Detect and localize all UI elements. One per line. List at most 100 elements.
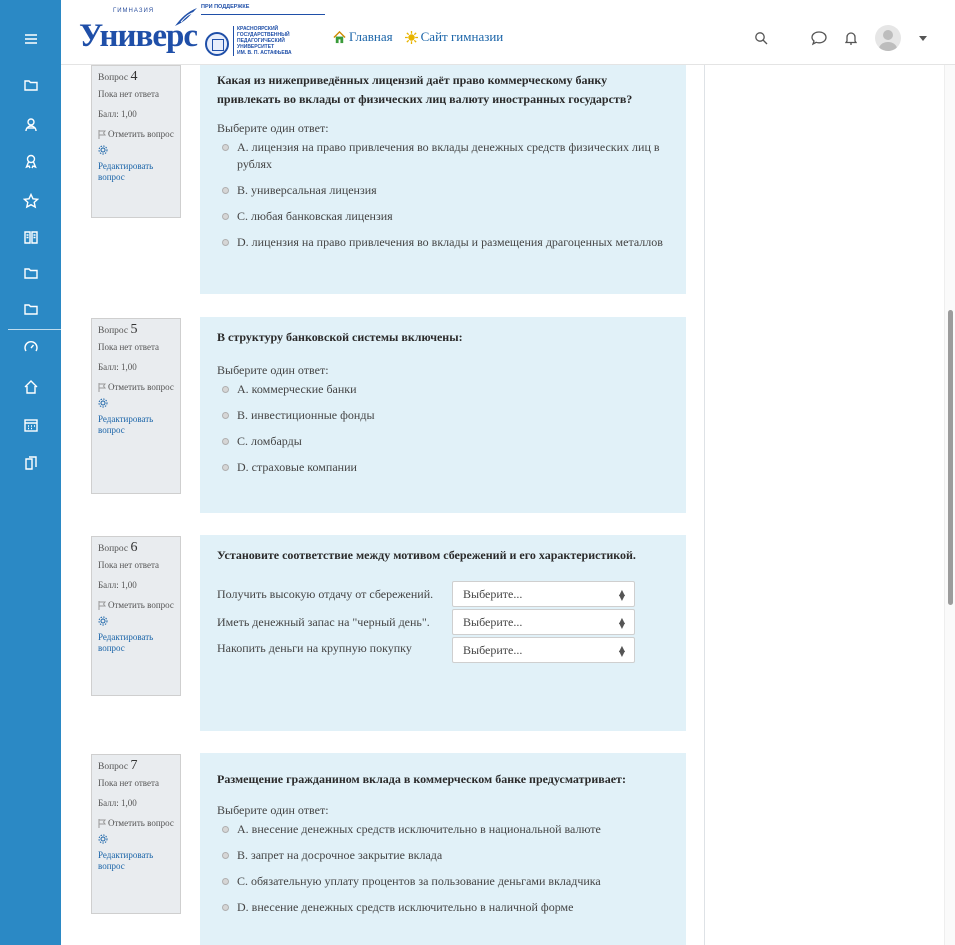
folder-icon[interactable]	[0, 294, 61, 324]
match-select[interactable]: Выберите... ▲ ▼	[452, 637, 635, 663]
flag-question-link[interactable]: Отметить вопрос	[98, 129, 174, 140]
answer-label: A. лицензия на право привлечения во вкла…	[237, 140, 660, 171]
sun-icon	[404, 30, 418, 44]
radio-button[interactable]	[222, 144, 229, 151]
flag-question-label: Отметить вопрос	[108, 600, 174, 610]
book-icon[interactable]	[0, 222, 61, 252]
search-icon[interactable]	[751, 31, 771, 45]
star-icon[interactable]	[0, 186, 61, 216]
question-info-6: Вопрос 6 Пока нет ответа Балл: 1,00 Отме…	[91, 536, 181, 696]
flag-question-link[interactable]: Отметить вопрос	[98, 600, 174, 611]
question-text: В структуру банковской системы включены:	[217, 330, 463, 344]
question-body-5: В структуру банковской системы включены:…	[200, 317, 686, 513]
scrollbar-thumb[interactable]	[948, 310, 953, 605]
badge-icon[interactable]	[0, 146, 61, 176]
gear-icon	[98, 398, 108, 408]
nav-drawer	[0, 0, 61, 945]
gymnasium-site-link[interactable]: Сайт гимназии	[404, 29, 504, 45]
question-text: Какая из нижеприведённых лицензий даёт п…	[217, 73, 633, 106]
calendar-icon[interactable]	[0, 410, 61, 440]
home-icon[interactable]	[0, 372, 61, 402]
match-select[interactable]: Выберите... ▲ ▼	[452, 581, 635, 607]
radio-button[interactable]	[222, 213, 229, 220]
answer-option-d[interactable]: D. внесение денежных средств исключитель…	[222, 899, 669, 916]
select-arrows-icon: ▲ ▼	[618, 644, 625, 658]
feather-icon	[175, 8, 197, 26]
match-row: Получить высокую отдачу от сбережений. В…	[217, 581, 669, 607]
bell-icon[interactable]	[843, 31, 859, 45]
match-label: Получить высокую отдачу от сбережений.	[217, 586, 434, 601]
answer-label: B. инвестиционные фонды	[237, 408, 375, 422]
flag-icon	[98, 601, 106, 610]
gear-icon	[98, 616, 108, 626]
question-body-7: Размещение гражданином вклада в коммерче…	[200, 753, 686, 945]
answer-option-c[interactable]: C. ломбарды	[222, 433, 669, 450]
select-value: Выберите...	[463, 642, 523, 657]
select-arrows-icon: ▲ ▼	[618, 616, 625, 630]
answer-option-b[interactable]: B. инвестиционные фонды	[222, 407, 669, 424]
chat-icon[interactable]	[809, 30, 829, 46]
question-state: Пока нет ответа	[98, 560, 160, 570]
question-info-7: Вопрос 7 Пока нет ответа Балл: 1,00 Отме…	[91, 754, 181, 914]
header-links: Главная Сайт гимназии	[333, 29, 503, 45]
logo-support-line	[201, 14, 325, 15]
radio-button[interactable]	[222, 187, 229, 194]
flag-question-link[interactable]: Отметить вопрос	[98, 818, 174, 829]
answer-option-d[interactable]: D. страховые компании	[222, 459, 669, 476]
answer-option-b[interactable]: B. запрет на досрочное закрытие вклада	[222, 847, 669, 864]
radio-button[interactable]	[222, 878, 229, 885]
radio-button[interactable]	[222, 464, 229, 471]
answer-option-a[interactable]: A. внесение денежных средств исключитель…	[222, 821, 669, 838]
avatar[interactable]	[875, 25, 901, 51]
question-info-5: Вопрос 5 Пока нет ответа Балл: 1,00 Отме…	[91, 318, 181, 494]
flag-question-link[interactable]: Отметить вопрос	[98, 382, 174, 393]
edit-question-link[interactable]: Редактировать вопрос	[98, 850, 174, 872]
folder-icon[interactable]	[0, 258, 61, 288]
radio-button[interactable]	[222, 239, 229, 246]
edit-question-link[interactable]: Редактировать вопрос	[98, 161, 174, 183]
answer-option-c[interactable]: C. любая банковская лицензия	[222, 208, 669, 225]
home-icon	[333, 30, 346, 43]
answer-label: C. обязательную уплату процентов за поль…	[237, 874, 601, 888]
gymnasium-site-label: Сайт гимназии	[420, 29, 504, 44]
edit-question-link[interactable]: Редактировать вопрос	[98, 632, 174, 654]
answer-option-c[interactable]: C. обязательную уплату процентов за поль…	[222, 873, 669, 890]
radio-button[interactable]	[222, 904, 229, 911]
answer-option-d[interactable]: D. лицензия на право привлечения во вкла…	[222, 234, 669, 251]
question-body-6: Установите соответствие между мотивом сб…	[200, 535, 686, 731]
folder-icon[interactable]	[0, 70, 61, 100]
university-seal-icon	[205, 32, 229, 56]
top-navbar: ГИМНАЗИЯ Универс ПРИ ПОДДЕРЖКЕ КРАСНОЯРС…	[61, 0, 955, 65]
match-select[interactable]: Выберите... ▲ ▼	[452, 609, 635, 635]
radio-button[interactable]	[222, 386, 229, 393]
answer-label: B. запрет на досрочное закрытие вклада	[237, 848, 443, 862]
gear-icon	[98, 145, 108, 155]
match-label: Накопить деньги на крупную покупку	[217, 641, 412, 655]
menu-icon[interactable]	[0, 24, 61, 54]
radio-button[interactable]	[222, 412, 229, 419]
files-icon[interactable]	[0, 448, 61, 478]
radio-button[interactable]	[222, 438, 229, 445]
home-link[interactable]: Главная	[333, 29, 393, 45]
answer-option-a[interactable]: A. коммерческие банки	[222, 381, 669, 398]
answer-option-a[interactable]: A. лицензия на право привлечения во вкла…	[222, 139, 669, 173]
question-body-4: Какая из нижеприведённых лицензий даёт п…	[200, 65, 686, 294]
question-state: Пока нет ответа	[98, 342, 160, 352]
logo-gymnasium-text: ГИМНАЗИЯ	[113, 8, 155, 14]
site-logo[interactable]: ГИМНАЗИЯ Универс ПРИ ПОДДЕРЖКЕ КРАСНОЯРС…	[75, 4, 325, 62]
question-number: Вопрос 5	[98, 322, 138, 337]
dashboard-icon[interactable]	[0, 332, 61, 362]
match-row: Иметь денежный запас на "черный день". В…	[217, 609, 669, 635]
caret-down-icon[interactable]	[917, 35, 929, 41]
question-text: Размещение гражданином вклада в коммерче…	[217, 772, 626, 786]
question-number: Вопрос 7	[98, 758, 138, 773]
radio-button[interactable]	[222, 826, 229, 833]
radio-button[interactable]	[222, 852, 229, 859]
edit-question-link[interactable]: Редактировать вопрос	[98, 414, 174, 436]
users-icon[interactable]	[0, 110, 61, 140]
right-column-border	[704, 65, 705, 945]
answer-label: C. любая банковская лицензия	[237, 209, 393, 223]
page-scrollbar[interactable]	[944, 65, 955, 945]
match-row: Накопить деньги на крупную покупку Выбер…	[217, 637, 669, 663]
answer-option-b[interactable]: B. универсальная лицензия	[222, 182, 669, 199]
